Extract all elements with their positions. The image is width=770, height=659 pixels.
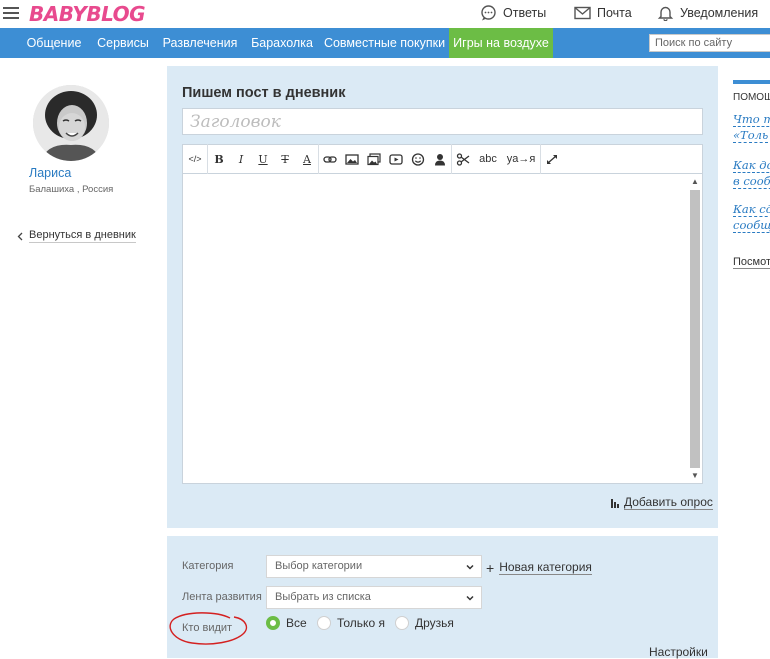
visibility-option-label: Друзья <box>415 616 454 630</box>
editor-toolbar: </> B I U T A abc ya→я <box>182 144 703 174</box>
radio-selected[interactable] <box>266 616 280 630</box>
underline-button[interactable]: U <box>252 144 274 174</box>
mail-link[interactable]: Почта <box>574 4 632 22</box>
strikethrough-button[interactable]: T <box>274 144 296 174</box>
nav-item-services[interactable]: Сервисы <box>90 28 156 58</box>
fullscreen-button[interactable] <box>541 144 563 174</box>
back-to-diary-label: Вернуться в дневник <box>29 229 136 243</box>
help-link-3[interactable]: Как сд сообще <box>733 201 770 233</box>
help-header-bar <box>733 80 770 84</box>
notifications-label: Уведомления <box>680 6 759 20</box>
category-label: Категория <box>182 560 234 572</box>
chat-icon <box>481 5 496 21</box>
help-link-text: Как сд <box>733 202 770 217</box>
video-icon <box>389 153 403 165</box>
avatar[interactable] <box>33 85 109 161</box>
nav-item-communication[interactable]: Общение <box>18 28 90 58</box>
gallery-icon <box>367 152 381 165</box>
category-select-value: Выбор категории <box>275 560 363 572</box>
scrollbar-thumb[interactable] <box>690 190 700 468</box>
italic-button[interactable]: I <box>230 144 252 174</box>
bell-icon <box>657 6 674 21</box>
gallery-button[interactable] <box>363 144 385 174</box>
nav-item-joint-purchases[interactable]: Совместные покупки <box>320 28 449 58</box>
answers-link[interactable]: Ответы <box>480 4 546 22</box>
feed-select[interactable]: Выбрать из списка <box>266 586 482 609</box>
top-bar: BABYBLOG Ответы Почта Уведомления <box>0 0 770 28</box>
scroll-up-icon[interactable]: ▲ <box>690 177 700 187</box>
site-search-input[interactable] <box>649 34 770 52</box>
nav-item-flea-market[interactable]: Барахолка <box>244 28 320 58</box>
notifications-link[interactable]: Уведомления <box>657 4 758 22</box>
editor-scrollbar[interactable]: ▲ ▼ <box>689 177 700 481</box>
feed-select-value: Выбрать из списка <box>275 591 371 603</box>
chevron-down-icon <box>466 595 474 601</box>
visibility-option-label: Все <box>286 616 307 630</box>
menu-icon[interactable] <box>3 6 19 20</box>
feed-label: Лента развития <box>182 591 262 603</box>
help-link-text: «Толь <box>733 128 769 143</box>
user-icon <box>435 153 445 165</box>
chevron-left-icon <box>17 232 23 240</box>
site-logo[interactable]: BABYBLOG <box>29 2 146 26</box>
help-link-text: в сообщ <box>733 174 770 189</box>
link-icon <box>323 155 337 163</box>
nav-item-entertainment[interactable]: Развлечения <box>156 28 244 58</box>
category-select[interactable]: Выбор категории <box>266 555 482 578</box>
help-link-text: Как до <box>733 158 770 173</box>
mail-label: Почта <box>597 6 632 20</box>
poll-icon <box>611 498 619 508</box>
help-link-text: сообще <box>733 218 770 233</box>
chevron-down-icon <box>466 564 474 570</box>
add-poll-label: Добавить опрос <box>624 495 713 510</box>
visibility-option-all[interactable]: Все <box>266 616 307 630</box>
emoji-button[interactable] <box>407 144 429 174</box>
user-name[interactable]: Лариса <box>29 166 71 180</box>
new-category-label: Новая категория <box>499 560 592 575</box>
radio-unselected[interactable] <box>317 616 331 630</box>
plus-icon: + <box>486 559 495 576</box>
visibility-label: Кто видит <box>182 622 233 634</box>
help-link-1[interactable]: Что т «Толь <box>733 111 770 143</box>
visibility-option-only-me[interactable]: Только я <box>317 616 385 630</box>
link-button[interactable] <box>319 144 341 174</box>
cut-button[interactable] <box>452 144 474 174</box>
settings-link[interactable]: Настройки <box>649 645 708 659</box>
video-button[interactable] <box>385 144 407 174</box>
source-code-button[interactable]: </> <box>183 144 207 174</box>
scissors-icon <box>456 152 470 166</box>
image-button[interactable] <box>341 144 363 174</box>
spellcheck-button[interactable]: abc <box>474 144 502 174</box>
new-category-link[interactable]: + Новая категория <box>486 560 592 575</box>
smiley-icon <box>411 152 425 166</box>
user-location: Балашиха , Россия <box>29 184 114 195</box>
avatar-photo <box>33 85 109 161</box>
user-mention-button[interactable] <box>429 144 451 174</box>
page-title: Пишем пост в дневник <box>182 85 346 101</box>
mail-icon <box>574 6 591 20</box>
help-title: ПОМОЩЬ <box>733 92 770 103</box>
text-color-button[interactable]: A <box>296 144 318 174</box>
help-more-link[interactable]: Посмотр <box>733 256 770 269</box>
post-title-input[interactable] <box>182 108 703 135</box>
visibility-option-label: Только я <box>337 616 385 630</box>
nav-item-outdoor-games[interactable]: Игры на воздухе <box>449 28 553 58</box>
help-link-2[interactable]: Как до в сообщ <box>733 157 770 189</box>
answers-label: Ответы <box>503 6 547 20</box>
help-link-text: Что т <box>733 112 770 127</box>
expand-icon <box>547 154 557 164</box>
bold-button[interactable]: B <box>208 144 230 174</box>
image-icon <box>345 153 359 165</box>
visibility-option-friends[interactable]: Друзья <box>395 616 454 630</box>
post-body-editor[interactable]: ▲ ▼ <box>182 174 703 484</box>
radio-unselected[interactable] <box>395 616 409 630</box>
add-poll-link[interactable]: Добавить опрос <box>611 495 713 510</box>
scroll-down-icon[interactable]: ▼ <box>690 471 700 481</box>
back-to-diary-link[interactable]: Вернуться в дневник <box>17 229 136 243</box>
translit-button[interactable]: ya→я <box>502 144 540 174</box>
